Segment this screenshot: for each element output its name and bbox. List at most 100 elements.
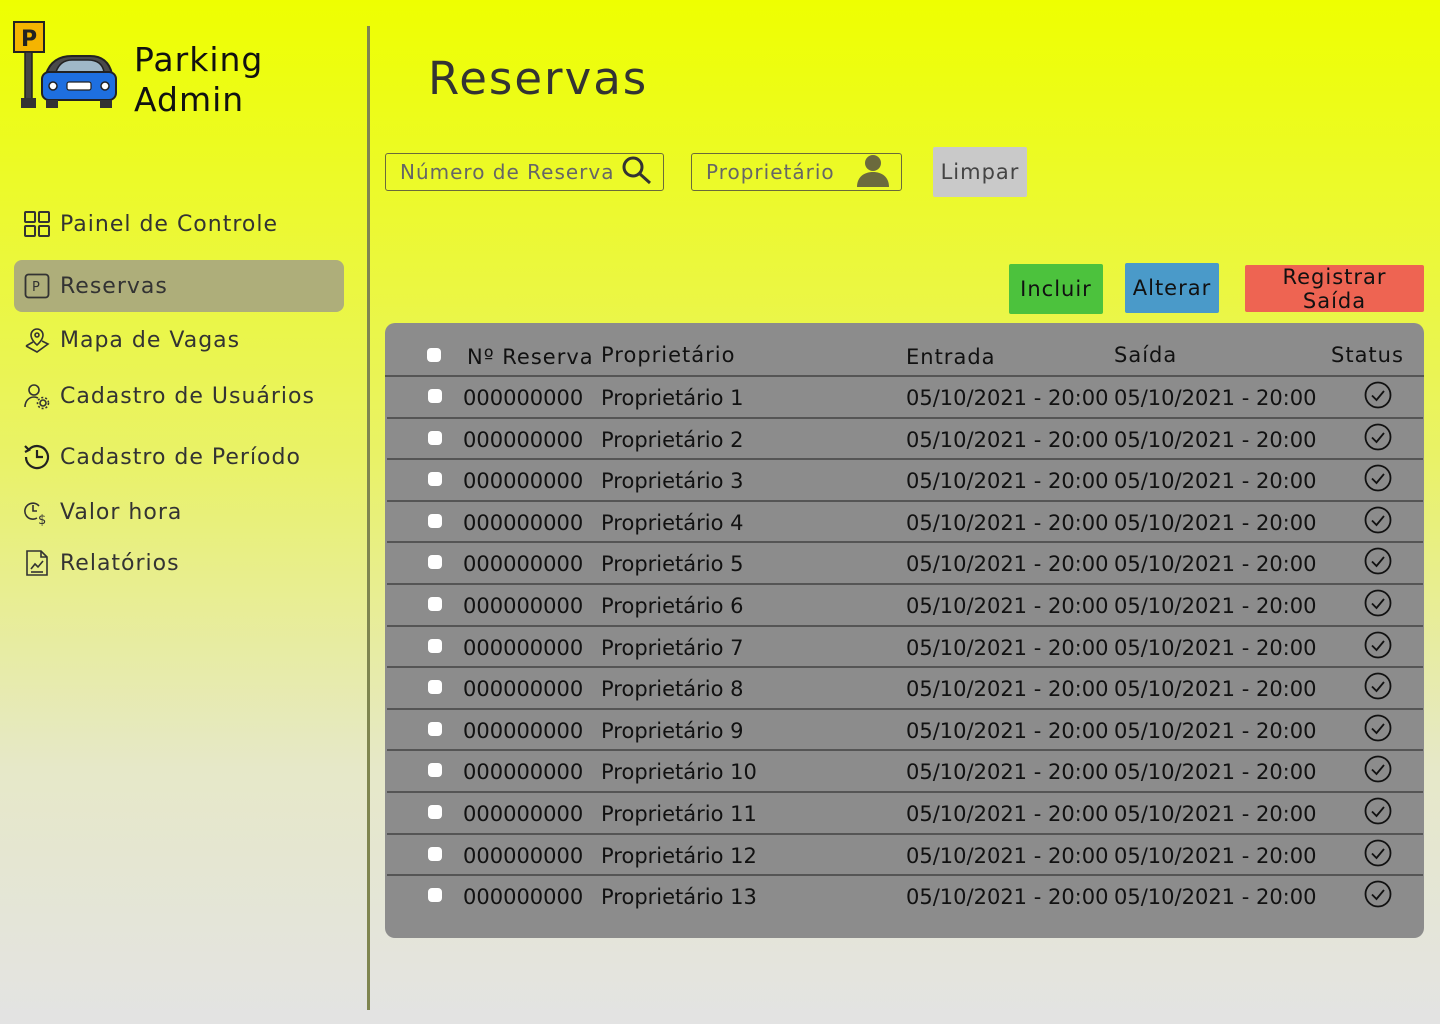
page-title: Reservas: [428, 52, 649, 105]
table-row[interactable]: 000000000 Proprietário 5 05/10/2021 - 20:0…: [387, 543, 1423, 585]
sidebar-item-label: Mapa de Vagas: [60, 327, 241, 353]
cell-number: 000000000: [463, 635, 584, 660]
clock-dollar-icon: $: [22, 497, 52, 527]
table-row[interactable]: 000000000 Proprietário 4 05/10/2021 - 20:0…: [387, 502, 1423, 544]
cell-entry: 05/10/2021 - 20:00: [906, 843, 1109, 868]
header-entry: Entrada: [906, 345, 996, 369]
sidebar-item-valor-hora[interactable]: $ Valor hora: [14, 486, 344, 538]
report-icon: [22, 548, 52, 578]
cell-entry: 05/10/2021 - 20:00: [906, 718, 1109, 743]
cell-number: 000000000: [463, 510, 584, 535]
row-checkbox[interactable]: [428, 846, 442, 861]
sidebar-item-reservas[interactable]: P Reservas: [14, 260, 344, 312]
check-circle-icon: [1364, 589, 1392, 617]
check-circle-icon: [1364, 755, 1392, 783]
cell-entry: 05/10/2021 - 20:00: [906, 677, 1109, 702]
cell-exit: 05/10/2021 - 20:00: [1114, 469, 1317, 494]
cell-number: 000000000: [463, 760, 584, 785]
table-row[interactable]: 000000000 Proprietário 12 05/10/2021 - 20:…: [387, 835, 1423, 877]
owner-search-field[interactable]: [691, 153, 902, 191]
row-checkbox[interactable]: [428, 389, 442, 403]
cell-entry: 05/10/2021 - 20:00: [906, 469, 1109, 494]
table-row[interactable]: 000000000 Proprietário 8 05/10/2021 - 20:0…: [387, 668, 1423, 710]
sidebar-item-usuarios[interactable]: Cadastro de Usuários: [14, 370, 344, 422]
owner-search-input[interactable]: [704, 159, 855, 185]
table-row[interactable]: 000000000 Proprietário 6 05/10/2021 - 20:0…: [387, 585, 1423, 627]
table-row[interactable]: 000000000 Proprietário 1 05/10/2021 - 20:0…: [387, 377, 1423, 419]
table-row[interactable]: 000000000 Proprietário 9 05/10/2021 - 20:0…: [387, 710, 1423, 752]
user-settings-icon: [22, 381, 52, 411]
table-row[interactable]: 000000000 Proprietário 7 05/10/2021 - 20:0…: [387, 627, 1423, 669]
cell-exit: 05/10/2021 - 20:00: [1114, 427, 1317, 452]
row-checkbox[interactable]: [428, 888, 442, 903]
row-checkbox[interactable]: [428, 680, 442, 695]
sidebar-item-relatorios[interactable]: Relatórios: [14, 537, 344, 589]
check-circle-icon: [1364, 797, 1392, 825]
row-checkbox[interactable]: [428, 513, 442, 528]
reservation-search-field[interactable]: [385, 153, 664, 191]
clock-history-icon: [22, 442, 52, 472]
cell-entry: 05/10/2021 - 20:00: [906, 760, 1109, 785]
table-row[interactable]: 000000000 Proprietário 3 05/10/2021 - 20:0…: [387, 460, 1423, 502]
cell-entry: 05/10/2021 - 20:00: [906, 635, 1109, 660]
cell-owner: Proprietário 12: [601, 843, 757, 868]
row-checkbox[interactable]: [428, 597, 442, 611]
sidebar-item-periodo[interactable]: Cadastro de Período: [14, 431, 344, 483]
map-pin-icon: [22, 325, 52, 355]
check-circle-icon: [1364, 714, 1392, 742]
header-number: Nº Reserva: [467, 345, 594, 369]
reservations-table: Nº Reserva Proprietário Entrada Saída St…: [385, 323, 1424, 938]
table-row[interactable]: 000000000 Proprietário 2 05/10/2021 - 20:0…: [387, 419, 1423, 461]
reservation-search-input[interactable]: [398, 159, 621, 185]
header-status: Status: [1331, 343, 1404, 367]
cell-owner: Proprietário 3: [601, 469, 744, 494]
cell-number: 000000000: [463, 677, 584, 702]
clear-button[interactable]: Limpar: [933, 147, 1027, 197]
table-row[interactable]: 000000000 Proprietário 11 05/10/2021 - 20:…: [387, 793, 1423, 835]
row-checkbox[interactable]: [428, 721, 442, 736]
sidebar-item-label: Relatórios: [60, 550, 180, 576]
cell-exit: 05/10/2021 - 20:00: [1114, 635, 1317, 660]
register-exit-button[interactable]: Registrar Saída: [1245, 265, 1424, 313]
svg-text:P: P: [32, 280, 41, 295]
check-circle-icon: [1364, 423, 1392, 450]
cell-number: 000000000: [463, 843, 584, 868]
cell-owner: Proprietário 2: [601, 427, 744, 452]
table-header: Nº Reserva Proprietário Entrada Saída St…: [385, 323, 1424, 377]
row-checkbox[interactable]: [428, 805, 442, 819]
table-row[interactable]: 000000000 Proprietário 13 05/10/2021 - 20:…: [387, 876, 1423, 916]
parking-icon: P: [22, 271, 52, 301]
cell-exit: 05/10/2021 - 20:00: [1114, 510, 1317, 535]
sidebar-item-painel[interactable]: Painel de Controle: [14, 198, 344, 250]
cell-exit: 05/10/2021 - 20:00: [1114, 386, 1317, 410]
add-button[interactable]: Incluir: [1009, 264, 1103, 314]
cell-owner: Proprietário 4: [601, 510, 744, 535]
row-checkbox[interactable]: [428, 472, 442, 487]
grid-icon: [22, 209, 52, 239]
cell-entry: 05/10/2021 - 20:00: [906, 802, 1109, 826]
row-checkbox[interactable]: [428, 430, 442, 445]
search-icon[interactable]: [621, 155, 653, 189]
cell-entry: 05/10/2021 - 20:00: [906, 510, 1109, 535]
check-circle-icon: [1364, 631, 1392, 658]
select-all-checkbox[interactable]: [427, 348, 441, 362]
header-owner: Proprietário: [601, 343, 736, 367]
check-circle-icon: [1364, 547, 1392, 575]
cell-exit: 05/10/2021 - 20:00: [1114, 760, 1317, 785]
row-checkbox[interactable]: [428, 763, 442, 778]
cell-number: 000000000: [463, 594, 584, 618]
cell-entry: 05/10/2021 - 20:00: [906, 594, 1109, 618]
cell-exit: 05/10/2021 - 20:00: [1114, 843, 1317, 868]
row-checkbox[interactable]: [428, 638, 442, 653]
cell-exit: 05/10/2021 - 20:00: [1114, 594, 1317, 618]
cell-owner: Proprietário 7: [601, 635, 744, 660]
cell-exit: 05/10/2021 - 20:00: [1114, 718, 1317, 743]
svg-text:$: $: [38, 513, 47, 526]
cell-owner: Proprietário 5: [601, 552, 744, 577]
edit-button[interactable]: Alterar: [1125, 263, 1219, 313]
table-row[interactable]: 000000000 Proprietário 10 05/10/2021 - 20:…: [387, 751, 1423, 793]
row-checkbox[interactable]: [428, 555, 442, 570]
cell-entry: 05/10/2021 - 20:00: [906, 552, 1109, 577]
sidebar-item-mapa[interactable]: Mapa de Vagas: [14, 314, 344, 366]
cell-owner: Proprietário 11: [601, 802, 757, 826]
